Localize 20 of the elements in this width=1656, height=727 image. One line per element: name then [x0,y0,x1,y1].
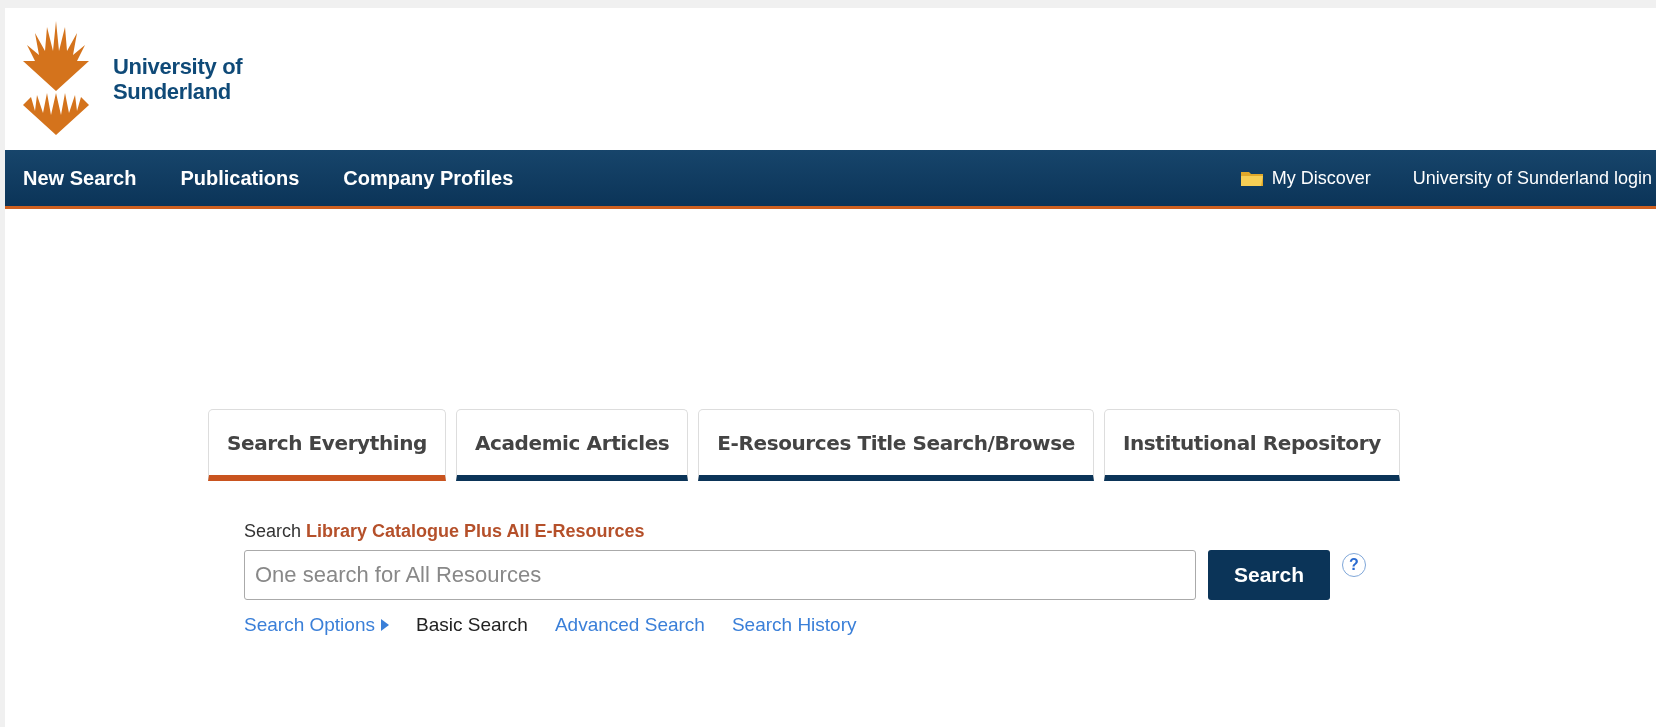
search-mode-link[interactable]: Advanced Search [554,614,705,636]
search-tab[interactable]: E-Resources Title Search/Browse [698,409,1094,481]
search-tab[interactable]: Academic Articles [455,409,689,481]
search-tab[interactable]: Institutional Repository [1103,409,1400,481]
search-scope-text: Search Library Catalogue Plus All E-Resources [244,521,646,542]
nav-link[interactable]: University of Sunderland login [1412,167,1652,189]
search-field[interactable]: One search for All Resources [244,550,1196,600]
nav-link[interactable]: New Search [23,166,137,190]
logo-text: University of [113,54,243,79]
logo-text: Sunderland [113,79,232,104]
nav-link[interactable]: Publications [180,166,300,190]
search-button[interactable]: Search [1208,550,1330,600]
search-options-link[interactable]: Search Options [244,614,389,636]
triangle-icon [380,619,389,631]
nav-link[interactable]: Company Profiles [343,166,514,190]
search-tab[interactable]: Search Everything [208,409,446,481]
nav-link[interactable]: My Discover [1239,167,1371,189]
search-mode-link[interactable]: Basic Search [415,614,528,636]
search-mode-link[interactable]: Search History [731,614,857,636]
folder-icon [1239,169,1264,187]
